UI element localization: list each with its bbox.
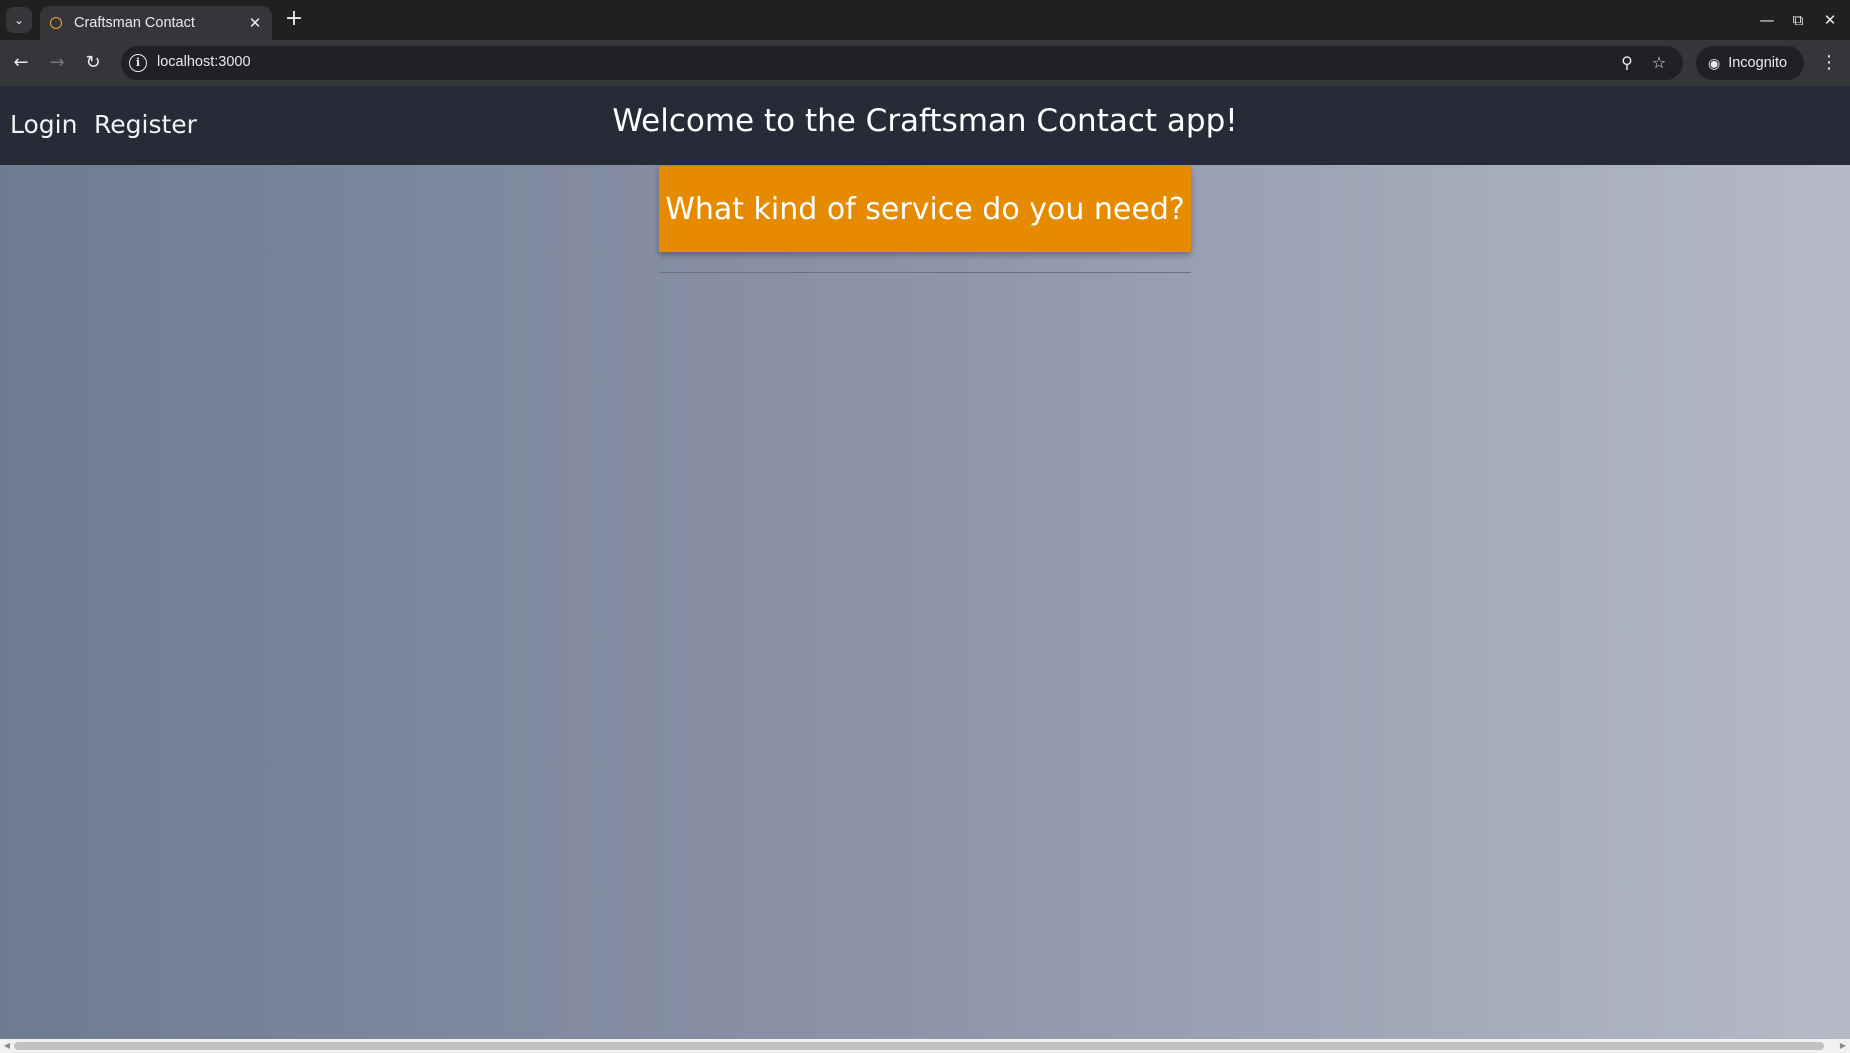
incognito-indicator[interactable]: ◉ Incognito — [1696, 46, 1804, 80]
browser-toolbar: ← → ↻ i localhost:3000 ⚲ ☆ ◉ Incognito ⋮ — [0, 40, 1850, 86]
scrollbar-thumb[interactable] — [14, 1042, 1824, 1050]
app-header: Login Register Welcome to the Craftsman … — [0, 86, 1850, 165]
plus-icon[interactable]: + — [282, 8, 306, 32]
scroll-left-icon[interactable]: ◀ — [0, 1039, 14, 1053]
chevron-down-icon[interactable]: ⌄ — [6, 7, 32, 33]
url-text: localhost:3000 — [157, 54, 251, 70]
scroll-right-icon[interactable]: ▶ — [1836, 1039, 1850, 1053]
service-prompt: What kind of service do you need? — [665, 191, 1185, 227]
incognito-icon: ◉ — [1708, 54, 1721, 71]
close-window-icon[interactable]: ✕ — [1818, 8, 1842, 32]
loading-circle-icon — [50, 17, 62, 29]
page-viewport: Login Register Welcome to the Craftsman … — [0, 86, 1850, 1039]
incognito-label: Incognito — [1728, 55, 1788, 71]
address-bar[interactable]: i localhost:3000 ⚲ ☆ — [121, 46, 1683, 80]
page-title: Welcome to the Craftsman Contact app! — [612, 103, 1238, 139]
arrow-right-icon[interactable]: → — [44, 50, 70, 76]
tab-title: Craftsman Contact — [74, 15, 195, 31]
info-icon[interactable]: i — [129, 54, 147, 72]
browser-tab[interactable]: Craftsman Contact ✕ — [40, 6, 272, 40]
reload-icon[interactable]: ↻ — [80, 50, 106, 76]
arrow-left-icon[interactable]: ← — [8, 50, 34, 76]
horizontal-scrollbar[interactable]: ◀ ▶ — [0, 1039, 1850, 1053]
divider — [659, 272, 1191, 273]
restore-icon[interactable]: ⧉ — [1786, 8, 1810, 32]
star-icon[interactable]: ☆ — [1648, 52, 1670, 74]
service-prompt-box: What kind of service do you need? — [659, 166, 1191, 252]
kebab-menu-icon[interactable]: ⋮ — [1818, 50, 1840, 76]
tab-strip: ⌄ Craftsman Contact ✕ + — ⧉ ✕ — [0, 0, 1850, 40]
close-icon[interactable]: ✕ — [246, 14, 264, 32]
minimize-icon[interactable]: — — [1755, 8, 1779, 32]
zoom-icon[interactable]: ⚲ — [1616, 52, 1638, 74]
